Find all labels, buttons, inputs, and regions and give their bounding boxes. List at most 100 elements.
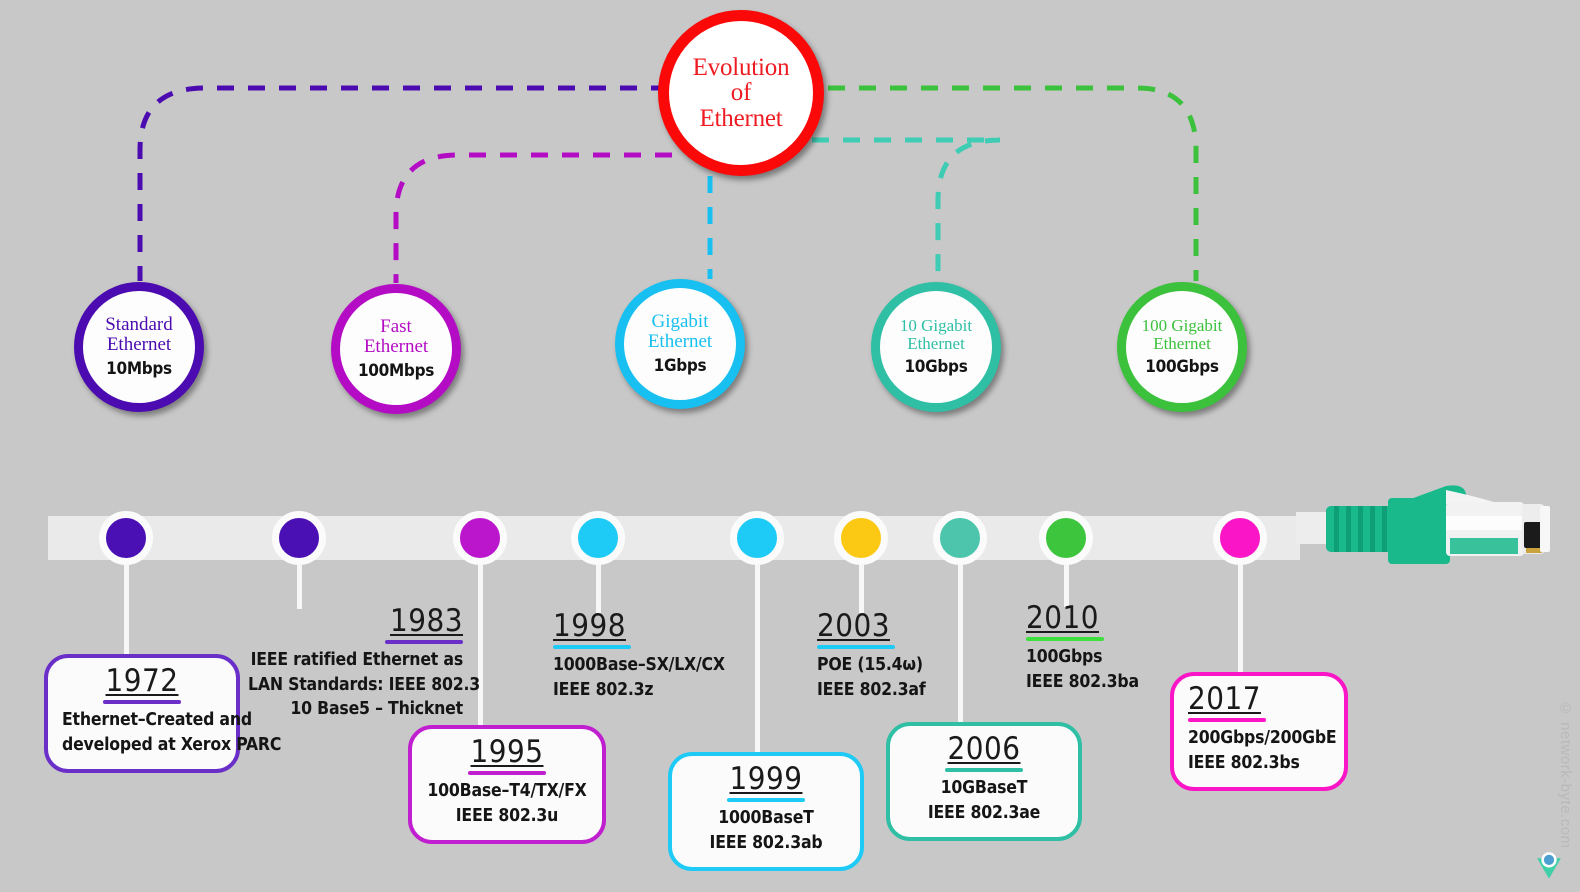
event-1999-dot[interactable] [730, 511, 784, 565]
event-1999-description: 1000BaseT IEEE 802.3ab [686, 806, 846, 855]
standard-title-line1: Standard [105, 313, 173, 335]
event-2017-description-line: 200Gbps/200GbE [1188, 728, 1337, 748]
standard-title: 10 Gigabit Ethernet [900, 317, 972, 352]
event-1998-stem [596, 565, 601, 613]
standard-speed: 100Gbps [1145, 357, 1219, 377]
event-2017-year-underline [1188, 718, 1266, 722]
event-2003-description: POE (15.4ω) IEEE 802.3af [817, 653, 967, 702]
event-2003-stem [859, 565, 864, 613]
standard-speed: 10Mbps [106, 359, 172, 380]
event-1983-card: 1983 IEEE ratified Ethernet as LAN Standar… [248, 603, 481, 722]
timeline-bar [48, 516, 1300, 560]
watermark-logo-icon [1537, 852, 1561, 879]
standard-title-line2: Ethernet [647, 330, 713, 352]
event-2003-card: 2003 POE (15.4ω) IEEE 802.3af [817, 611, 967, 702]
event-2010-description-line: 100Gbps [1026, 647, 1103, 667]
event-1998-year-underline [553, 645, 631, 649]
event-1999-description-line: 1000BaseT [718, 808, 814, 828]
event-2017-year: 2017 [1188, 681, 1261, 717]
event-2003-year-wrap: 2003 [817, 611, 967, 642]
connector-hundred-gigabit-ethernet [828, 85, 1199, 281]
event-2006-year-underline [945, 768, 1023, 772]
event-1983-description-line: LAN Standards: IEEE 802.3 [248, 674, 481, 695]
hub-label-line1: Evolution [692, 53, 790, 81]
event-2006-description: 10GBaseT IEEE 802.3ae [904, 776, 1064, 825]
event-1972-description: Ethernet–Created and developed at Xerox P… [62, 708, 282, 757]
event-1999-year-wrap: 1999 [686, 764, 846, 795]
event-2010-description: 100Gbps IEEE 802.3ba [1026, 645, 1176, 694]
standard-circle-standard-ethernet: Standard Ethernet 10Mbps [74, 282, 204, 412]
hub-label: Evolution of Ethernet [693, 55, 790, 132]
event-1983-year-underline [385, 640, 463, 644]
standard-speed: 1Gbps [653, 356, 707, 377]
connector-fast-ethernet [393, 152, 672, 283]
watermark-text: © network-byte.com [1557, 700, 1574, 849]
event-1983-stem [297, 565, 302, 609]
event-2006-description-line: IEEE 802.3ae [927, 802, 1041, 823]
event-1998-year: 1998 [553, 608, 626, 644]
event-1972-description-line: Ethernet–Created and [62, 710, 252, 730]
event-1995-description-line: 100Base–T4/TX/FX [427, 781, 587, 801]
standard-title-line1: Fast [380, 315, 412, 337]
event-2017-stem [1238, 565, 1243, 677]
event-1995-year-underline [468, 771, 546, 775]
event-2006-year: 2006 [947, 731, 1021, 767]
hub-label-line2: of [730, 79, 752, 107]
event-1999-card: 1999 1000BaseT IEEE 802.3ab [668, 752, 864, 871]
event-2003-dot[interactable] [834, 511, 888, 565]
event-1998-year-wrap: 1998 [553, 611, 743, 642]
event-2017-year-wrap: 2017 [1188, 684, 1330, 715]
connector-standard-ethernet [137, 85, 668, 281]
event-2017-dot[interactable] [1213, 511, 1267, 565]
event-2010-card: 2010 100Gbps IEEE 802.3ba [1026, 603, 1176, 694]
event-1972-description-line: developed at Xerox PARC [62, 734, 282, 755]
event-1995-description-line: IEEE 802.3u [455, 805, 559, 826]
event-1972-year: 1972 [105, 663, 179, 699]
event-1998-description-line: IEEE 802.3z [553, 679, 654, 700]
event-1995-year-wrap: 1995 [426, 737, 588, 768]
standard-title: Standard Ethernet [105, 315, 173, 354]
event-2010-year-wrap: 2010 [1026, 603, 1176, 634]
standard-title: Gigabit Ethernet [648, 312, 712, 351]
event-2003-description-line: POE (15.4ω) [817, 655, 923, 675]
event-1972-year-wrap: 1972 [62, 666, 222, 697]
hub-label-line3: Ethernet [699, 104, 783, 132]
standard-title-line2: Ethernet [106, 333, 172, 355]
event-2006-dot[interactable] [933, 511, 987, 565]
hub-circle-evolution-of-ethernet: Evolution of Ethernet [658, 10, 824, 176]
connector-ten-gigabit-ethernet [812, 137, 1001, 281]
event-1972-card: 1972 Ethernet–Created and developed at Xer… [44, 654, 282, 773]
event-2010-dot[interactable] [1039, 511, 1093, 565]
event-1983-dot[interactable] [272, 511, 326, 565]
event-2003-description-line: IEEE 802.3af [817, 679, 926, 700]
event-1998-card: 1998 1000Base–SX/LX/CX IEEE 802.3z [553, 611, 743, 702]
standard-title-line1: 100 Gigabit [1141, 316, 1223, 335]
standard-speed: 10Gbps [904, 357, 968, 377]
standard-title-line1: 10 Gigabit [899, 316, 973, 335]
event-1999-year-underline [727, 798, 805, 802]
event-2006-description-line: 10GBaseT [940, 778, 1028, 798]
event-2017-description: 200Gbps/200GbE IEEE 802.3bs [1188, 726, 1337, 775]
standard-title-line2: Ethernet [1153, 333, 1211, 353]
event-2006-card: 2006 10GBaseT IEEE 802.3ae [886, 722, 1082, 841]
event-1998-dot[interactable] [571, 511, 625, 565]
rj45-connector-image [1296, 485, 1550, 564]
event-1995-year: 1995 [470, 734, 544, 770]
event-2006-year-wrap: 2006 [904, 734, 1064, 765]
event-2017-card: 2017 200Gbps/200GbE IEEE 802.3bs [1170, 672, 1348, 791]
event-1995-dot[interactable] [453, 511, 507, 565]
event-1998-description-line: 1000Base–SX/LX/CX [553, 655, 725, 675]
standard-speed: 100Mbps [357, 361, 435, 382]
standard-circle-ten-gigabit-ethernet: 10 Gigabit Ethernet 10Gbps [871, 282, 1001, 412]
standard-title: 100 Gigabit Ethernet [1142, 317, 1223, 352]
event-2010-year: 2010 [1026, 600, 1099, 636]
standard-title: Fast Ethernet [364, 317, 428, 356]
event-1972-stem [124, 565, 129, 657]
standard-title-line1: Gigabit [651, 310, 709, 332]
event-1998-description: 1000Base–SX/LX/CX IEEE 802.3z [553, 653, 743, 702]
standard-title-line2: Ethernet [907, 333, 965, 353]
event-1983-year: 1983 [390, 603, 463, 639]
event-1999-description-line: IEEE 802.3ab [709, 832, 823, 853]
standard-circle-fast-ethernet: Fast Ethernet 100Mbps [331, 284, 461, 414]
event-1972-dot[interactable] [99, 511, 153, 565]
